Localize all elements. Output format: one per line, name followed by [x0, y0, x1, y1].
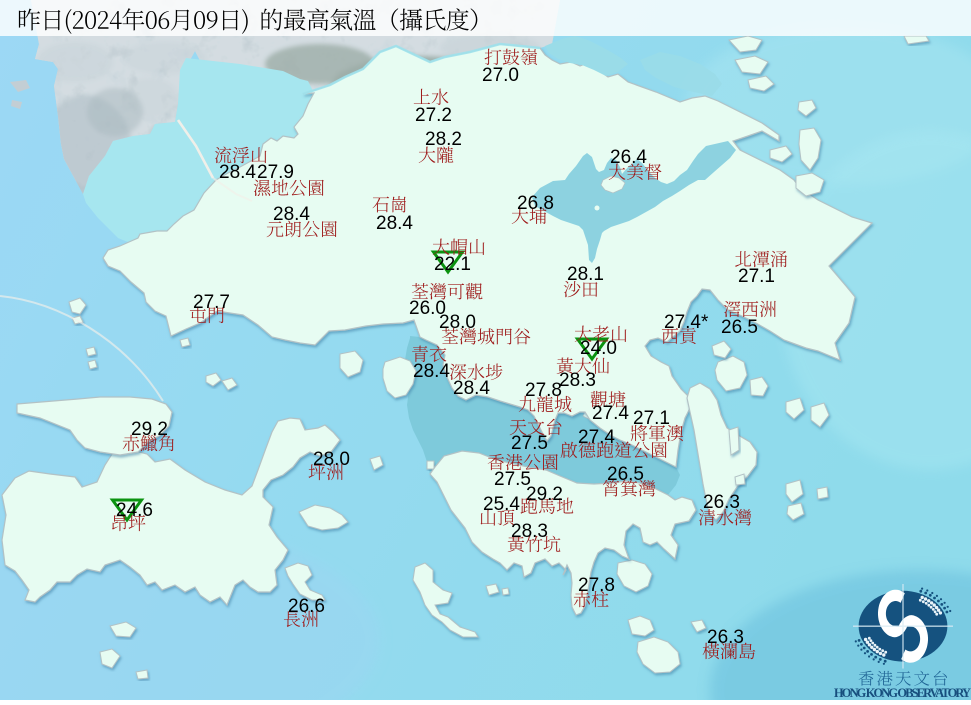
svg-text:27.9: 27.9: [257, 162, 294, 183]
svg-text:26.4: 26.4: [610, 147, 647, 168]
svg-text:22.1: 22.1: [434, 254, 471, 275]
svg-text:28.3: 28.3: [511, 521, 548, 542]
svg-text:29.2: 29.2: [526, 484, 563, 505]
svg-text:28.0: 28.0: [439, 312, 476, 333]
svg-text:28.4: 28.4: [453, 378, 490, 399]
svg-text:27.4: 27.4: [592, 403, 629, 424]
svg-text:26.3: 26.3: [707, 627, 744, 648]
svg-text:27.4: 27.4: [578, 427, 615, 448]
svg-text:28.3: 28.3: [559, 370, 596, 391]
svg-text:27.0: 27.0: [482, 65, 519, 86]
svg-text:HONG KONG OBSERVATORY: HONG KONG OBSERVATORY: [834, 686, 971, 700]
svg-text:25.4: 25.4: [483, 494, 520, 515]
svg-text:26.8: 26.8: [517, 193, 554, 214]
svg-text:28.4: 28.4: [273, 204, 310, 225]
svg-text:29.2: 29.2: [131, 419, 168, 440]
svg-text:28.4: 28.4: [413, 361, 450, 382]
svg-text:26.3: 26.3: [703, 492, 740, 513]
svg-text:27.1: 27.1: [633, 408, 670, 429]
svg-text:27.5: 27.5: [511, 433, 548, 454]
svg-text:27.4*: 27.4*: [664, 312, 709, 333]
svg-text:26.5: 26.5: [607, 464, 644, 485]
svg-text:27.1: 27.1: [738, 266, 775, 287]
svg-text:24.0: 24.0: [580, 338, 617, 359]
svg-text:26.6: 26.6: [288, 596, 325, 617]
svg-text:28.0: 28.0: [313, 449, 350, 470]
svg-text:27.8: 27.8: [578, 575, 615, 596]
svg-text:28.1: 28.1: [567, 264, 604, 285]
svg-text:28.4: 28.4: [219, 162, 256, 183]
svg-text:28.2: 28.2: [425, 129, 462, 150]
svg-text:28.4: 28.4: [376, 213, 413, 234]
svg-text:24.6: 24.6: [116, 500, 153, 521]
svg-text:27.7: 27.7: [193, 292, 230, 313]
svg-text:27.2: 27.2: [415, 105, 452, 126]
svg-text:27.8: 27.8: [525, 380, 562, 401]
svg-text:26.5: 26.5: [721, 317, 758, 338]
